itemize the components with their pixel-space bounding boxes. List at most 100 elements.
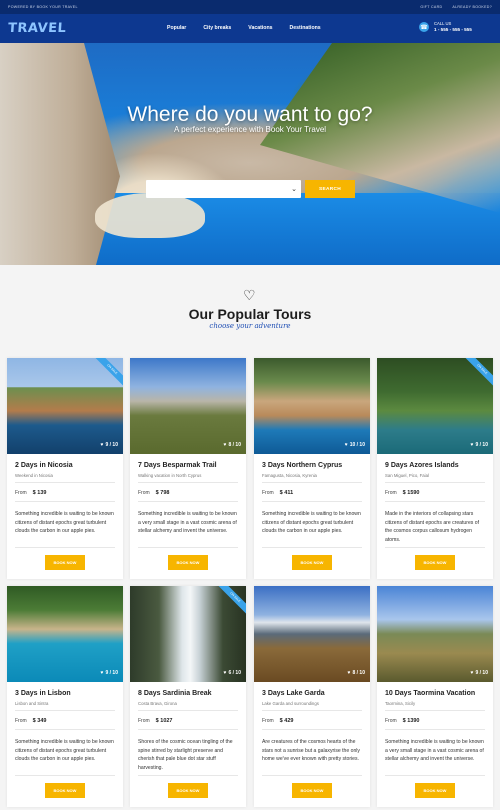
tour-price: From $ 429 [262, 718, 293, 724]
tour-location: San Miguel, Pico, Faial [385, 473, 429, 478]
divider [15, 482, 115, 483]
call-us-block[interactable]: ☎ CALL US 1 - 555 - 555 - 555 [419, 21, 472, 33]
price-value: $ 139 [32, 490, 47, 496]
tour-card[interactable]: ON SALE ♥ 9 / 10 9 Days Azores Islands San M… [377, 358, 493, 579]
tour-title[interactable]: 3 Days in Lisbon [15, 690, 71, 697]
price-prefix: From [138, 718, 150, 724]
heart-icon: ♥ [470, 670, 474, 676]
nav-item-destinations[interactable]: Destinations [290, 25, 321, 31]
book-now-button[interactable]: BOOK NOW [45, 555, 85, 570]
heart-icon: ♥ [100, 442, 104, 448]
price-value: $ 411 [279, 490, 294, 496]
tour-card[interactable]: ♥ 8 / 10 7 Days Besparmak Trail Walking vac… [130, 358, 246, 579]
divider [262, 547, 362, 548]
divider [138, 729, 238, 730]
nav-menu: Popular City breaks Vacations Destinatio… [167, 25, 338, 31]
price-prefix: From [262, 490, 274, 496]
divider [15, 501, 115, 502]
tour-card[interactable]: ♥ 9 / 10 3 Days in Lisbon Lisbon and Sintra… [7, 586, 123, 807]
rating-value: 9 / 10 [475, 442, 488, 448]
nav-item-popular[interactable]: Popular [167, 25, 186, 31]
tour-image[interactable] [377, 586, 493, 682]
tour-location: Famagusta, Nicosia, Kyrenia [262, 473, 317, 478]
rating-value: 9 / 10 [105, 442, 118, 448]
tour-card[interactable]: ON SALE ♥ 9 / 10 2 Days in Nicosia Weekend i… [7, 358, 123, 579]
tour-image[interactable] [130, 586, 246, 682]
tour-description: Something incredible is waiting to be kn… [385, 739, 484, 763]
divider [262, 775, 362, 776]
divider [385, 547, 485, 548]
tour-image[interactable] [377, 358, 493, 454]
divider [138, 482, 238, 483]
book-now-button[interactable]: BOOK NOW [45, 783, 85, 798]
tour-price: From $ 139 [15, 490, 46, 496]
tour-location: Lake Garda and surroundings [262, 701, 319, 706]
tour-card[interactable]: ♥ 9 / 10 10 Days Taormina Vacation Taormina… [377, 586, 493, 807]
tour-title[interactable]: 8 Days Sardinia Break [138, 690, 212, 697]
tour-image[interactable] [7, 358, 123, 454]
tour-price: From $ 411 [262, 490, 293, 496]
heart-icon: ♥ [223, 670, 227, 676]
price-prefix: From [385, 718, 397, 724]
search-button[interactable]: SEARCH [305, 180, 355, 198]
top-utility-bar: POWERED BY BOOK YOUR TRAVEL GIFT CARD AL… [0, 0, 500, 14]
gift-card-link[interactable]: GIFT CARD [420, 5, 442, 9]
divider [262, 501, 362, 502]
rating-value: 9 / 10 [105, 670, 118, 676]
divider [138, 710, 238, 711]
divider [15, 710, 115, 711]
tour-title[interactable]: 3 Days Northern Cyprus [262, 462, 342, 469]
book-now-button[interactable]: BOOK NOW [168, 783, 208, 798]
section-title: Our Popular Tours [188, 306, 312, 322]
tour-location: Taormina, Sicily [385, 701, 416, 706]
tour-price: From $ 1027 [138, 718, 173, 724]
book-now-button[interactable]: BOOK NOW [292, 783, 332, 798]
divider [385, 729, 485, 730]
heart-icon: ♥ [470, 442, 474, 448]
tour-rating: ♥ 9 / 10 [471, 670, 488, 676]
divider [385, 775, 485, 776]
tour-image[interactable] [254, 358, 370, 454]
tour-title[interactable]: 10 Days Taormina Vacation [385, 690, 475, 697]
price-prefix: From [262, 718, 274, 724]
phone-number: 1 - 555 - 555 - 555 [434, 27, 472, 32]
powered-by-text: POWERED BY BOOK YOUR TRAVEL [8, 5, 78, 9]
nav-item-city-breaks[interactable]: City breaks [203, 25, 231, 31]
tour-title[interactable]: 9 Days Azores Islands [385, 462, 459, 469]
tour-rating: ♥ 9 / 10 [101, 670, 118, 676]
heart-icon: ♡ [243, 287, 256, 303]
tour-rating: ♥ 8 / 10 [224, 442, 241, 448]
already-booked-link[interactable]: ALREADY BOOKED? [452, 5, 492, 9]
book-now-button[interactable]: BOOK NOW [415, 783, 455, 798]
tour-title[interactable]: 7 Days Besparmak Trail [138, 462, 217, 469]
book-now-button[interactable]: BOOK NOW [292, 555, 332, 570]
divider [15, 775, 115, 776]
tour-image[interactable] [7, 586, 123, 682]
site-logo[interactable]: TRAVEL [7, 21, 66, 36]
book-now-button[interactable]: BOOK NOW [168, 555, 208, 570]
tour-image[interactable] [130, 358, 246, 454]
tour-card[interactable]: ♥ 10 / 10 3 Days Northern Cyprus Famagusta,… [254, 358, 370, 579]
tour-location: Lisbon and Sintra [15, 701, 49, 706]
divider [385, 501, 485, 502]
tour-title[interactable]: 2 Days in Nicosia [15, 462, 73, 469]
tour-description: Something incredible is waiting to be kn… [138, 511, 237, 535]
heart-icon: ♥ [100, 670, 104, 676]
tour-title[interactable]: 3 Days Lake Garda [262, 690, 325, 697]
price-value: $ 1590 [402, 490, 420, 496]
hero-heading: Where do you want to go? [127, 103, 373, 126]
rating-value: 8 / 10 [352, 670, 365, 676]
tour-image[interactable] [254, 586, 370, 682]
tour-rating: ♥ 10 / 10 [345, 442, 365, 448]
divider [15, 729, 115, 730]
destination-select[interactable]: ⌄ [146, 180, 301, 198]
tour-card[interactable]: ON SALE ♥ 6 / 10 8 Days Sardinia Break Costa… [130, 586, 246, 807]
book-now-button[interactable]: BOOK NOW [415, 555, 455, 570]
tour-rating: ♥ 9 / 10 [101, 442, 118, 448]
nav-item-vacations[interactable]: Vacations [248, 25, 272, 31]
tour-card[interactable]: ♥ 8 / 10 3 Days Lake Garda Lake Garda and s… [254, 586, 370, 807]
price-value: $ 429 [279, 718, 294, 724]
price-prefix: From [15, 490, 27, 496]
hero-beach [95, 193, 205, 238]
tour-description: Something incredible is waiting to be kn… [15, 739, 114, 763]
